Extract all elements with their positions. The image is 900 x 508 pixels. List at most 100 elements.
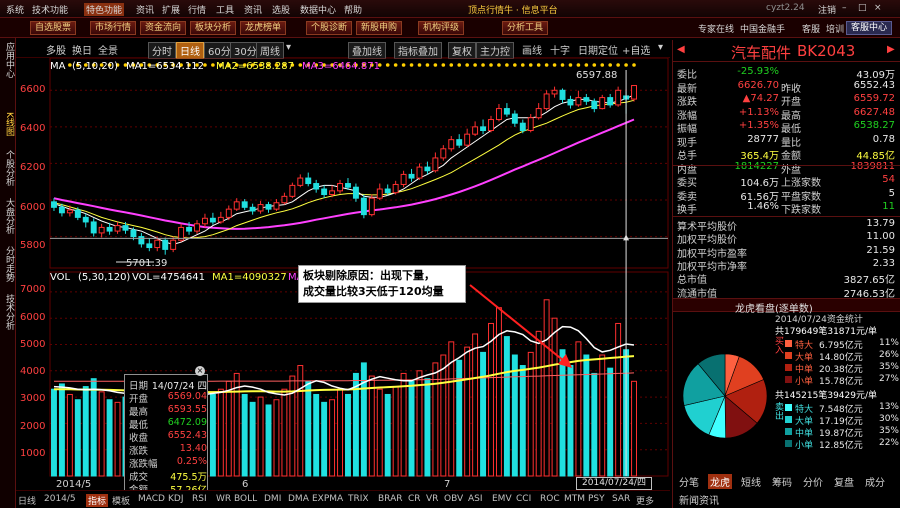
panel-tab-0[interactable]: 分笔	[677, 474, 701, 489]
indicator-tab-12[interactable]: TRIX	[348, 494, 369, 504]
volume-bar[interactable]	[408, 380, 415, 477]
indicator-tab-9[interactable]: DMI	[264, 494, 281, 504]
candle-body[interactable]	[162, 239, 169, 250]
candle-body[interactable]	[106, 226, 113, 232]
indicator-tab-8[interactable]: BOLL	[234, 494, 257, 504]
volume-bar[interactable]	[313, 393, 320, 477]
volume-bar[interactable]	[297, 365, 304, 477]
candle-body[interactable]	[631, 85, 637, 100]
candle-body[interactable]	[186, 226, 193, 232]
menu-item-special[interactable]: 特色功能	[84, 3, 125, 16]
change-day-button[interactable]: 换日	[72, 42, 92, 57]
volume-bar[interactable]	[368, 375, 375, 477]
candle-body[interactable]	[154, 239, 161, 249]
indicator-overlay-dropdown[interactable]: 指标叠加	[394, 42, 442, 59]
indicator-tab-21[interactable]: MTM	[564, 494, 585, 504]
menu-item-info[interactable]: 资讯	[244, 3, 262, 16]
volume-bar[interactable]	[305, 380, 312, 477]
volume-bar[interactable]	[480, 351, 487, 477]
candle-body[interactable]	[233, 201, 240, 210]
volume-bar[interactable]	[321, 401, 328, 477]
volume-bar[interactable]	[631, 380, 637, 477]
volume-bar[interactable]	[424, 378, 431, 477]
menu-item-news[interactable]: 资讯	[136, 3, 154, 16]
volume-bar[interactable]	[567, 365, 574, 477]
toolbar-button-analysis[interactable]: 分析工具	[502, 21, 549, 35]
candle-body[interactable]	[535, 108, 542, 119]
candle-body[interactable]	[130, 229, 137, 238]
volume-bar[interactable]	[551, 317, 558, 477]
volume-bar[interactable]	[400, 372, 407, 477]
volume-bar[interactable]	[527, 351, 534, 477]
left-tab-apps[interactable]: 应用中心	[2, 42, 14, 82]
volume-bar[interactable]	[281, 388, 288, 477]
indicator-tab-1[interactable]: 2014/5	[44, 494, 76, 504]
prev-stock-icon[interactable]: ◀	[677, 44, 685, 55]
candle-body[interactable]	[146, 243, 153, 249]
candle-body[interactable]	[607, 97, 614, 106]
user-center-button[interactable]: 客服中心	[846, 21, 893, 35]
volume-bar[interactable]	[599, 354, 606, 477]
left-tab-index-analysis[interactable]: 大盘分析	[2, 198, 14, 242]
close-icon[interactable]: ×	[195, 366, 205, 376]
indicator-tab-24[interactable]: 更多	[636, 494, 654, 507]
candle-body[interactable]	[480, 126, 487, 132]
candle-body[interactable]	[575, 97, 582, 106]
candle-body[interactable]	[194, 223, 200, 232]
indicator-tab-2[interactable]: 指标	[86, 494, 109, 507]
menu-item-system[interactable]: 系统	[6, 3, 24, 16]
candle-body[interactable]	[583, 97, 590, 102]
candle-body[interactable]	[201, 217, 208, 225]
left-tab-timeshare[interactable]: 分时走势	[2, 246, 14, 290]
volume-bar[interactable]	[51, 388, 57, 477]
candle-body[interactable]	[209, 217, 216, 223]
indicator-tab-6[interactable]: RSI	[192, 494, 207, 504]
candle-body[interactable]	[249, 206, 256, 212]
volume-bar[interactable]	[543, 299, 550, 477]
volume-bar[interactable]	[535, 330, 542, 477]
toolbar-button-dragon[interactable]: 龙虎榜单	[240, 21, 287, 35]
indicator-tab-3[interactable]: 模板	[112, 494, 130, 507]
toolbar-button-market[interactable]: 市场行情	[90, 21, 137, 35]
candle-body[interactable]	[241, 201, 248, 208]
candle-body[interactable]	[519, 122, 526, 132]
volume-bar[interactable]	[209, 393, 216, 477]
indicator-tab-7[interactable]: WR	[216, 494, 231, 504]
volume-bar[interactable]	[384, 393, 391, 477]
menu-item-select[interactable]: 选股	[272, 3, 290, 16]
volume-bar[interactable]	[90, 378, 97, 477]
menu-item-ext[interactable]: 扩展	[162, 3, 180, 16]
volume-bar[interactable]	[273, 399, 280, 477]
candle-body[interactable]	[352, 186, 359, 199]
candle-body[interactable]	[225, 208, 232, 218]
candle-body[interactable]	[543, 93, 550, 110]
candle-body[interactable]	[66, 209, 73, 214]
indicator-tab-16[interactable]: OBV	[444, 494, 463, 504]
logout-link[interactable]: 注销	[818, 3, 836, 16]
candle-body[interactable]	[217, 216, 224, 223]
candle-body[interactable]	[170, 239, 177, 250]
indicator-tab-0[interactable]: 日线	[18, 494, 36, 507]
period-daily-button[interactable]: 日线	[176, 42, 204, 59]
left-tab-stock-analysis[interactable]: 个股分析	[2, 150, 14, 194]
volume-bar[interactable]	[503, 336, 510, 477]
volume-bar[interactable]	[82, 386, 89, 477]
left-tab-technical[interactable]: 技术分析	[2, 294, 14, 338]
candle-body[interactable]	[138, 236, 145, 245]
candle-body[interactable]	[527, 117, 534, 132]
volume-bar[interactable]	[511, 354, 518, 477]
candle-body[interactable]	[58, 206, 65, 214]
candle-body[interactable]	[82, 216, 89, 223]
panel-tab-6[interactable]: 成分	[863, 474, 887, 489]
candle-body[interactable]	[432, 157, 439, 172]
volume-bar[interactable]	[583, 354, 590, 477]
candle-body[interactable]	[376, 188, 383, 199]
candle-body[interactable]	[488, 119, 494, 132]
menu-item-help[interactable]: 帮助	[344, 3, 362, 16]
chevron-down-icon[interactable]: ▾	[286, 42, 291, 53]
indicator-tab-22[interactable]: PSY	[588, 494, 605, 504]
candle-body[interactable]	[384, 188, 391, 194]
toolbar-button-watchlist[interactable]: 自选股票	[30, 21, 77, 35]
menu-item-data[interactable]: 数据中心	[300, 3, 336, 16]
toolbar-button-diagnose[interactable]: 个股诊断	[306, 21, 353, 35]
